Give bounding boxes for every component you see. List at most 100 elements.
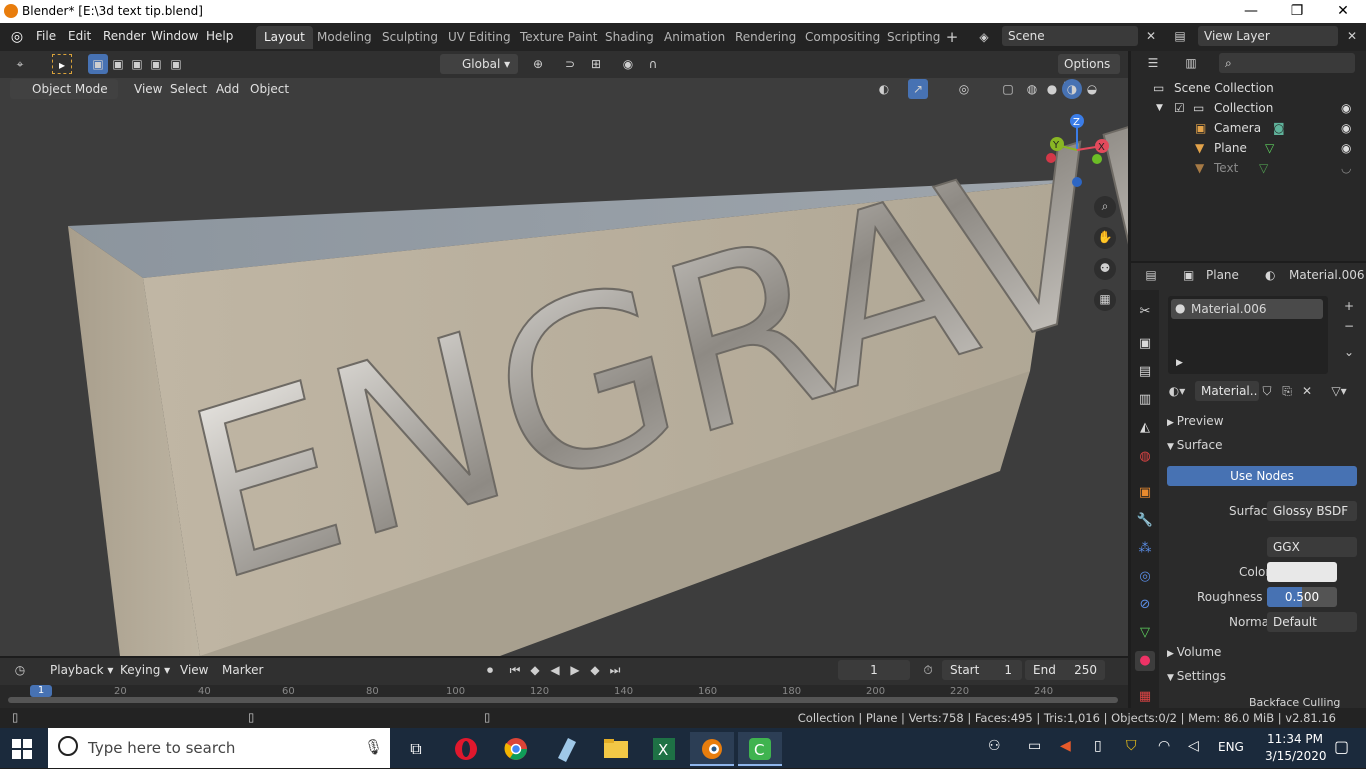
- modifier-tab-icon[interactable]: 🔧: [1135, 511, 1155, 531]
- unlink-material-icon[interactable]: ✕: [1297, 381, 1317, 401]
- timeline-menu-keying[interactable]: Keying ▾: [114, 660, 176, 680]
- delete-view-layer-icon[interactable]: ✕: [1342, 26, 1362, 46]
- taskbar-search-box[interactable]: Type here to search 🎙: [48, 728, 390, 768]
- stopwatch-icon[interactable]: ⏱: [918, 660, 938, 680]
- delete-scene-icon[interactable]: ✕: [1141, 26, 1161, 46]
- chrome-icon[interactable]: [494, 732, 538, 766]
- menu-file[interactable]: File: [36, 29, 56, 43]
- menu-render[interactable]: Render: [103, 29, 146, 43]
- view-layer-field[interactable]: View Layer: [1198, 26, 1338, 46]
- viewport-menu-select[interactable]: Select: [164, 79, 213, 99]
- tab-uv-editing[interactable]: UV Editing: [440, 26, 519, 49]
- tab-rendering[interactable]: Rendering: [727, 26, 804, 49]
- menu-window[interactable]: Window: [151, 29, 198, 43]
- distribution-dropdown[interactable]: GGX: [1267, 537, 1357, 557]
- outliner-row-camera[interactable]: ▣ Camera ◙ ◉: [1131, 118, 1366, 138]
- view-layer-tab-icon[interactable]: ▥: [1135, 390, 1155, 410]
- volume-panel-header[interactable]: ▶ Volume: [1167, 645, 1221, 659]
- file-explorer-icon[interactable]: [594, 732, 638, 766]
- overlay-icon[interactable]: ◎: [954, 79, 974, 99]
- pan-hand-icon[interactable]: ✋: [1094, 227, 1116, 249]
- tab-modeling[interactable]: Modeling: [309, 26, 380, 49]
- viewport-menu-view[interactable]: View: [128, 79, 168, 99]
- viewport-menu-add[interactable]: Add: [210, 79, 245, 99]
- display-mode-icon[interactable]: ▥: [1181, 53, 1201, 73]
- usb-icon[interactable]: ▯: [1094, 738, 1102, 754]
- gizmo-toggle-icon[interactable]: ↗: [908, 79, 928, 99]
- maximize-button[interactable]: ❐: [1274, 0, 1320, 23]
- browse-material-icon[interactable]: ◐▾: [1167, 381, 1187, 401]
- xray-icon[interactable]: ▢: [998, 79, 1018, 99]
- blender-menu-icon[interactable]: ◎: [7, 27, 27, 47]
- language-indicator[interactable]: ENG: [1218, 740, 1244, 754]
- view-layer-icon[interactable]: ▤: [1170, 26, 1190, 46]
- tab-layout[interactable]: Layout: [256, 26, 313, 49]
- output-tab-icon[interactable]: ▤: [1135, 362, 1155, 382]
- people-icon[interactable]: ⚇: [988, 738, 1001, 754]
- camera-eye-icon[interactable]: ◉: [1341, 118, 1351, 138]
- options-dropdown[interactable]: Options ▾: [1058, 54, 1120, 91]
- prev-keyframe-icon[interactable]: ◆: [525, 660, 545, 680]
- proportional-edit-icon[interactable]: ◉: [618, 54, 638, 74]
- texture-tab-icon[interactable]: ▦: [1135, 687, 1155, 707]
- preview-panel-header[interactable]: ▶ Preview: [1167, 414, 1224, 428]
- windows-start-icon[interactable]: [12, 739, 32, 759]
- speaker-muted-icon[interactable]: ◀: [1060, 738, 1071, 754]
- notepad-icon[interactable]: [544, 732, 588, 766]
- constraints-tab-icon[interactable]: ⊘: [1135, 595, 1155, 615]
- add-workspace-button[interactable]: +: [942, 27, 962, 47]
- timeline-scrollbar[interactable]: [8, 697, 1118, 703]
- link-type-icon[interactable]: ▽▾: [1329, 381, 1349, 401]
- select-new-icon[interactable]: ▣: [88, 54, 108, 74]
- color-swatch[interactable]: [1267, 562, 1337, 582]
- plane-eye-icon[interactable]: ◉: [1341, 138, 1351, 158]
- material-datablock-field[interactable]: Material..: [1195, 381, 1259, 401]
- editor-type-icon[interactable]: ⌖: [10, 54, 30, 74]
- transform-orientation-dropdown[interactable]: Global ▾: [440, 54, 518, 74]
- falloff-icon[interactable]: ∩: [643, 54, 663, 74]
- particles-tab-icon[interactable]: ⁂: [1135, 539, 1155, 559]
- use-nodes-button[interactable]: Use Nodes: [1167, 466, 1357, 486]
- timeline-ruler[interactable]: 1 20 40 60 80 100 120 140 160 180 200 22…: [0, 685, 1128, 708]
- visibility-icon[interactable]: ◐: [874, 79, 894, 99]
- slot-expand-icon[interactable]: ▶: [1176, 358, 1183, 368]
- clock-date[interactable]: 3/15/2020: [1265, 749, 1327, 763]
- material-tab-icon[interactable]: ●: [1135, 651, 1155, 671]
- notifications-icon[interactable]: ▢: [1334, 737, 1349, 756]
- mesh-data-tab-icon[interactable]: ▽: [1135, 623, 1155, 643]
- opera-icon[interactable]: [444, 732, 488, 766]
- camtasia-icon[interactable]: C: [738, 732, 782, 766]
- camera-view-icon[interactable]: ⚉: [1094, 258, 1116, 280]
- menu-help[interactable]: Help: [206, 29, 233, 43]
- wifi-icon[interactable]: ◠: [1158, 738, 1170, 754]
- scene-name-field[interactable]: Scene: [1002, 26, 1138, 46]
- current-frame-field[interactable]: 1: [838, 660, 910, 680]
- clock-time[interactable]: 11:34 PM: [1265, 732, 1325, 746]
- end-frame-field[interactable]: End 250: [1025, 660, 1105, 680]
- timeline-editor-icon[interactable]: ◷: [10, 660, 30, 680]
- viewport-menu-object[interactable]: Object: [244, 79, 295, 99]
- tool-tab-icon[interactable]: ✂: [1135, 302, 1155, 322]
- snap-icon[interactable]: ⊃: [560, 54, 580, 74]
- settings-panel-header[interactable]: ▼ Settings: [1167, 669, 1226, 683]
- close-button[interactable]: ✕: [1320, 0, 1366, 23]
- tab-compositing[interactable]: Compositing: [797, 26, 888, 49]
- tab-texture-paint[interactable]: Texture Paint: [512, 26, 605, 49]
- physics-tab-icon[interactable]: ◎: [1135, 567, 1155, 587]
- task-view-icon[interactable]: ⧉: [394, 732, 438, 766]
- add-slot-button[interactable]: +: [1339, 296, 1359, 316]
- world-tab-icon[interactable]: ◍: [1135, 447, 1155, 467]
- solid-shading-icon[interactable]: ●: [1042, 79, 1062, 99]
- perspective-grid-icon[interactable]: ▦: [1094, 289, 1116, 311]
- normal-field[interactable]: Default: [1267, 612, 1357, 632]
- checkbox-icon[interactable]: ☑: [1174, 98, 1185, 118]
- select-invert-icon[interactable]: ▣: [146, 54, 166, 74]
- tab-sculpting[interactable]: Sculpting: [374, 26, 446, 49]
- navigation-gizmo[interactable]: Z Y X: [1040, 112, 1120, 192]
- outliner-row-collection[interactable]: ▼ ☑ ▭ Collection ◉: [1131, 98, 1366, 118]
- object-tab-icon[interactable]: ▣: [1135, 483, 1155, 503]
- excel-icon[interactable]: X: [642, 732, 686, 766]
- eye-icon[interactable]: ◉: [1341, 98, 1351, 118]
- surface-panel-header[interactable]: ▼ Surface: [1167, 438, 1223, 452]
- security-shield-icon[interactable]: ⛉: [1126, 738, 1137, 754]
